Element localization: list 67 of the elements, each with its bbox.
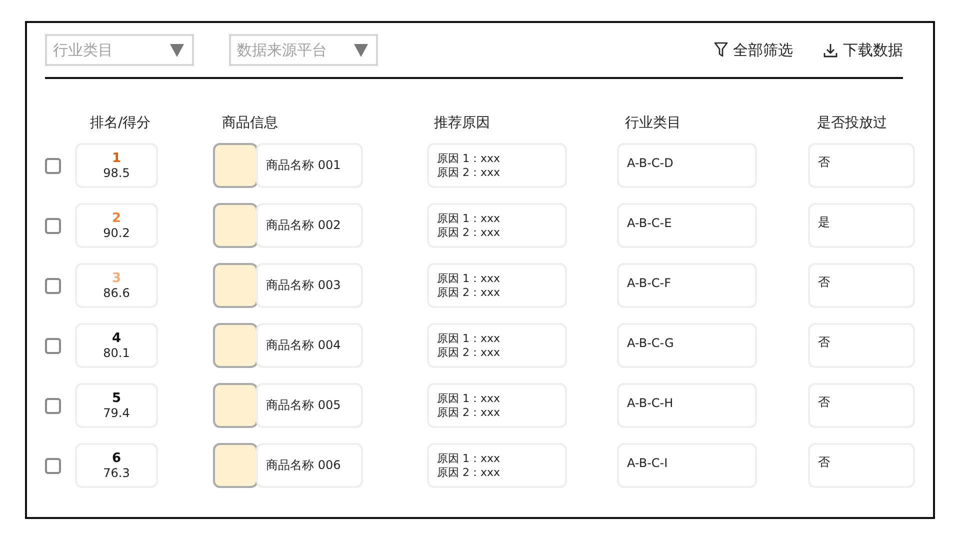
action-link[interactable]: 全部筛选 bbox=[733, 40, 793, 60]
reason-text: 原因 1：xxx bbox=[436, 452, 502, 466]
product-name: 商品名称 003 bbox=[265, 277, 342, 294]
reason-text: 原因 1：xxx bbox=[436, 332, 502, 346]
filter-icon bbox=[714, 42, 728, 58]
category-text: A-B-C-H bbox=[626, 396, 674, 412]
rank-number: 1 bbox=[112, 150, 122, 166]
checkbox[interactable] bbox=[45, 218, 61, 234]
product-thumbnail bbox=[213, 443, 258, 488]
product-name: 商品名称 002 bbox=[265, 217, 342, 234]
placed-text: 是 bbox=[817, 214, 831, 231]
column-header: 推荐原因 bbox=[433, 114, 491, 132]
product-thumbnail bbox=[213, 383, 258, 428]
rank-number: 6 bbox=[112, 450, 122, 466]
product-thumbnail bbox=[213, 323, 258, 368]
reason-text: 原因 2：xxx bbox=[436, 406, 502, 420]
score-text: 86.6 bbox=[103, 286, 130, 300]
reason-text: 原因 2：xxx bbox=[436, 346, 502, 360]
category-text: A-B-C-D bbox=[626, 156, 674, 172]
rank-number: 5 bbox=[112, 390, 122, 406]
product-name: 商品名称 004 bbox=[265, 337, 342, 354]
product-thumbnail bbox=[213, 143, 258, 188]
score-text: 79.4 bbox=[103, 406, 130, 420]
score-text: 90.2 bbox=[103, 226, 130, 240]
dropdown-field[interactable]: 数据来源平台 bbox=[229, 34, 378, 66]
placed-text: 否 bbox=[817, 454, 831, 471]
column-header: 排名/得分 bbox=[89, 114, 152, 132]
dropdown-arrow-icon bbox=[170, 44, 184, 57]
category-text: A-B-C-G bbox=[626, 336, 675, 352]
download-icon bbox=[823, 42, 838, 58]
product-thumbnail bbox=[213, 203, 258, 248]
reason-text: 原因 2：xxx bbox=[436, 466, 502, 480]
checkbox[interactable] bbox=[45, 338, 61, 354]
placed-text: 否 bbox=[817, 274, 831, 291]
product-name: 商品名称 006 bbox=[265, 457, 342, 474]
checkbox[interactable] bbox=[45, 398, 61, 414]
column-header: 商品信息 bbox=[221, 114, 279, 132]
category-text: A-B-C-E bbox=[626, 216, 673, 232]
column-header: 是否投放过 bbox=[816, 114, 888, 132]
dropdown-arrow-icon bbox=[354, 44, 368, 57]
checkbox[interactable] bbox=[45, 458, 61, 474]
checkbox[interactable] bbox=[45, 158, 61, 174]
product-name: 商品名称 001 bbox=[265, 157, 342, 174]
reason-text: 原因 1：xxx bbox=[436, 272, 502, 286]
reason-text: 原因 2：xxx bbox=[436, 226, 502, 240]
placed-text: 否 bbox=[817, 154, 831, 171]
reason-text: 原因 2：xxx bbox=[436, 286, 502, 300]
column-header: 行业类目 bbox=[624, 114, 682, 132]
score-text: 76.3 bbox=[103, 466, 130, 480]
product-thumbnail bbox=[213, 263, 258, 308]
rank-number: 4 bbox=[112, 330, 122, 346]
checkbox[interactable] bbox=[45, 278, 61, 294]
reason-text: 原因 2：xxx bbox=[436, 166, 502, 180]
product-name: 商品名称 005 bbox=[265, 397, 342, 414]
rank-number: 3 bbox=[112, 270, 122, 286]
score-text: 98.5 bbox=[103, 166, 130, 180]
category-text: A-B-C-F bbox=[626, 276, 672, 292]
reason-text: 原因 1：xxx bbox=[436, 392, 502, 406]
placed-text: 否 bbox=[817, 394, 831, 411]
rank-number: 2 bbox=[112, 210, 122, 226]
reason-text: 原因 1：xxx bbox=[436, 212, 502, 226]
category-text: A-B-C-I bbox=[626, 456, 669, 472]
action-link[interactable]: 下载数据 bbox=[843, 40, 903, 60]
dropdown-field[interactable]: 行业类目 bbox=[45, 34, 194, 66]
score-text: 80.1 bbox=[103, 346, 130, 360]
placed-text: 否 bbox=[817, 334, 831, 351]
reason-text: 原因 1：xxx bbox=[436, 152, 502, 166]
